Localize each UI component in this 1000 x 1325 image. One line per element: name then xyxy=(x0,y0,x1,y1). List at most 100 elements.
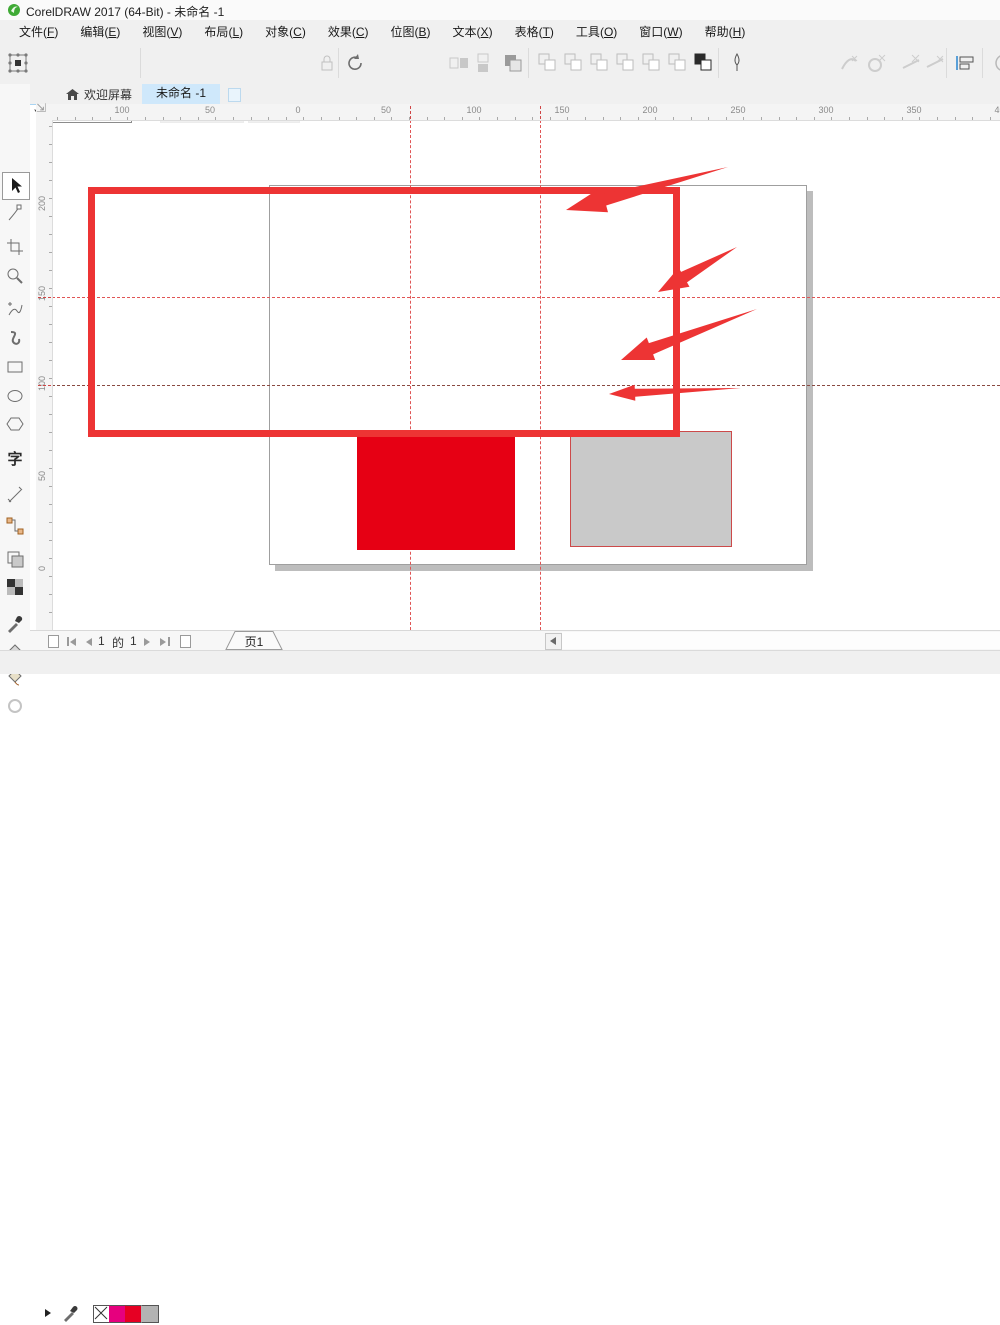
red-outline-rectangle-object[interactable] xyxy=(88,187,680,437)
page-tab-label: 页1 xyxy=(225,633,283,650)
options-icon xyxy=(990,52,1000,74)
welcome-tab-label: 欢迎屏幕 xyxy=(84,86,132,103)
text-tool-glyph: 字 xyxy=(7,448,22,469)
horizontal-scrollbar-track[interactable] xyxy=(562,632,1000,649)
to-curves-icon xyxy=(838,52,860,74)
ruler-origin-icon[interactable]: ⇲ xyxy=(36,101,56,119)
hruler-label-100: 100 xyxy=(466,105,482,115)
shaping-create-boundary-icon[interactable] xyxy=(693,52,715,74)
window-title: CorelDRAW 2017 (64-Bit) - 未命名 -1 xyxy=(26,3,224,20)
hruler-label-150: 150 xyxy=(554,105,570,115)
vruler-label-50: 50 xyxy=(37,461,47,481)
crop-tool[interactable] xyxy=(2,234,28,260)
vruler-label-100: 100 xyxy=(37,371,47,391)
coreldraw-logo-icon xyxy=(7,3,21,17)
menu-item-text[interactable]: 文本X xyxy=(442,21,504,42)
tab-document-active[interactable]: 未命名 -1 xyxy=(142,84,220,104)
mirror-horizontal-icon xyxy=(448,52,470,74)
palette-swatch-gray[interactable] xyxy=(141,1305,159,1323)
shaping-front-minus-back-icon xyxy=(641,52,663,74)
menu-item-tools[interactable]: 工具O xyxy=(565,21,628,42)
hruler-label-100: 100 xyxy=(114,105,130,115)
dimension-tool[interactable] xyxy=(2,483,28,509)
tab-welcome-screen[interactable]: 欢迎屏幕 xyxy=(66,86,132,103)
ellipse-tool[interactable] xyxy=(2,383,28,409)
menu-bar: 文件F编辑E视图V布局L对象C效果C位图B文本X表格T工具O窗口W帮助H xyxy=(0,20,1000,42)
gray-rectangle-object[interactable] xyxy=(570,431,732,547)
object-position-grid-icon xyxy=(7,52,29,74)
eyedropper-status-icon xyxy=(62,1304,80,1322)
color-eyedropper-tool[interactable] xyxy=(2,611,28,637)
text-tool[interactable]: 字 xyxy=(2,445,28,471)
hruler-label-250: 250 xyxy=(730,105,746,115)
document-tab-bar: 欢迎屏幕 未命名 -1 xyxy=(30,84,1000,105)
scroll-left-button[interactable] xyxy=(545,633,562,650)
vertical-ruler[interactable]: 200 150 100 50 0 xyxy=(36,120,53,630)
hruler-label-200: 200 xyxy=(642,105,658,115)
lock-ratio-icon[interactable] xyxy=(316,52,338,74)
first-page-button[interactable] xyxy=(70,638,76,646)
menu-item-file[interactable]: 文件F xyxy=(8,21,69,42)
new-document-tab-button[interactable] xyxy=(228,88,241,102)
hruler-label-400: 400 xyxy=(994,105,1000,115)
rectangle-tool[interactable] xyxy=(2,354,28,380)
text-align-icon[interactable] xyxy=(954,52,976,74)
polygon-tool[interactable] xyxy=(2,411,28,437)
title-bar: CorelDRAW 2017 (64-Bit) - 未命名 -1 xyxy=(0,0,1000,20)
shape-tool[interactable] xyxy=(2,200,28,226)
last-page-button[interactable] xyxy=(160,638,166,646)
page-of-label: 的 xyxy=(112,634,124,651)
drop-shadow-tool[interactable] xyxy=(2,546,28,572)
shaping-intersect-icon xyxy=(589,52,611,74)
remove-segment-icon xyxy=(900,52,922,74)
menu-item-bitmaps[interactable]: 位图B xyxy=(380,21,442,42)
menu-item-layout[interactable]: 布局L xyxy=(193,21,254,42)
object-order-icon[interactable] xyxy=(502,52,524,74)
property-bar: X: .0 mm Y: 99.347 mm ↔ .0 mm ↕ .0 mm 10… xyxy=(0,42,1000,85)
vruler-label-0: 0 xyxy=(37,551,47,571)
vruler-label-150: 150 xyxy=(37,281,47,301)
color-flyout-arrow[interactable] xyxy=(45,1309,51,1317)
outline-tool[interactable] xyxy=(2,693,28,719)
menu-item-table[interactable]: 表格T xyxy=(504,21,565,42)
menu-item-object[interactable]: 对象C xyxy=(254,21,317,42)
transparency-tool[interactable] xyxy=(2,574,28,600)
shaping-simplify-icon xyxy=(615,52,637,74)
outline-pen-icon xyxy=(726,52,748,74)
rotation-angle-icon xyxy=(344,52,366,74)
menu-item-view[interactable]: 视图V xyxy=(131,21,193,42)
previous-page-button[interactable] xyxy=(86,638,92,646)
toolbox: 字 xyxy=(0,84,30,673)
hruler-label-50: 50 xyxy=(202,105,218,115)
menu-item-effects[interactable]: 效果C xyxy=(317,21,380,42)
home-icon xyxy=(66,89,79,101)
add-page-end-icon[interactable] xyxy=(180,635,191,648)
reduce-nodes-icon xyxy=(924,52,946,74)
page-tab-page1[interactable]: 页1 xyxy=(225,631,283,650)
artistic-media-tool[interactable] xyxy=(2,326,28,352)
vruler-label-200: 200 xyxy=(37,191,47,211)
red-filled-rectangle-object[interactable] xyxy=(357,437,515,550)
shaping-weld-icon xyxy=(537,52,559,74)
close-curve-icon xyxy=(866,52,888,74)
menu-item-window[interactable]: 窗口W xyxy=(628,21,693,42)
add-page-start-icon[interactable] xyxy=(48,635,59,648)
status-bar xyxy=(0,650,1000,674)
menu-item-help[interactable]: 帮助H xyxy=(694,21,757,42)
hruler-label-50: 50 xyxy=(378,105,394,115)
pick-tool[interactable] xyxy=(2,172,30,200)
connector-tool[interactable] xyxy=(2,513,28,539)
hruler-label-0: 0 xyxy=(290,105,306,115)
total-page-number: 1 xyxy=(130,634,137,648)
horizontal-ruler[interactable]: 100 50 0 50 100 150 200 250 300 350 400 xyxy=(36,104,1000,121)
zoom-tool[interactable] xyxy=(2,263,28,289)
hruler-label-350: 350 xyxy=(906,105,922,115)
menu-item-edit[interactable]: 编辑E xyxy=(69,21,131,42)
current-page-number: 1 xyxy=(98,634,105,648)
next-page-button[interactable] xyxy=(144,638,150,646)
shaping-back-minus-front-icon xyxy=(667,52,689,74)
freehand-tool[interactable] xyxy=(2,296,28,322)
hruler-label-300: 300 xyxy=(818,105,834,115)
mirror-vertical-icon xyxy=(472,52,494,74)
shaping-trim-icon xyxy=(563,52,585,74)
